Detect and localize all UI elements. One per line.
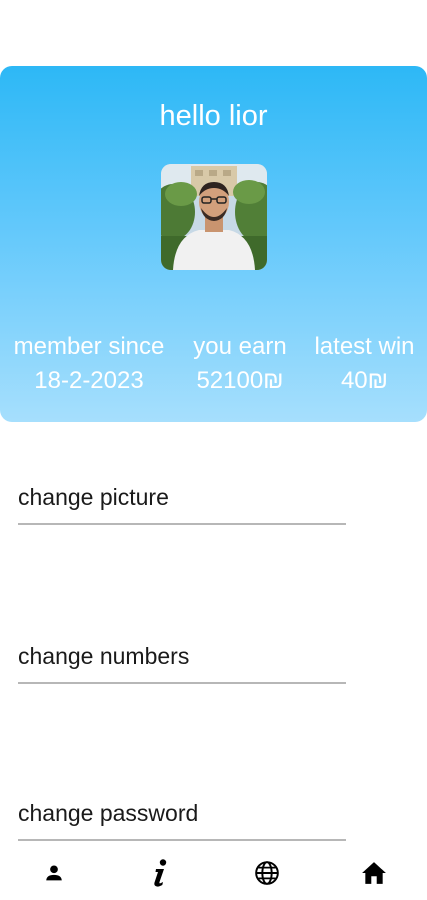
change-numbers-label: change numbers [18, 643, 190, 669]
home-icon [362, 862, 386, 884]
stat-you-earn-value: 52100₪ [196, 367, 284, 394]
change-password-label: change password [18, 800, 199, 826]
nav-globe-button[interactable] [250, 856, 284, 890]
change-password-button[interactable]: change password [18, 799, 346, 841]
change-picture-label: change picture [18, 484, 169, 510]
stat-latest-win-label: latest win [314, 333, 415, 360]
person-icon [46, 865, 62, 881]
change-picture-button[interactable]: change picture [18, 483, 346, 525]
stat-member-since-value: 18-2-2023 [34, 367, 144, 394]
profile-card: hello lior member since 18-2-2023 you ea… [0, 66, 427, 422]
stat-you-earn: you earn 52100₪ [178, 330, 302, 398]
nav-profile-button[interactable] [37, 856, 71, 890]
avatar-photo [161, 164, 267, 270]
nav-info-button[interactable] [143, 856, 177, 890]
info-icon [154, 859, 167, 887]
stat-member-since-label: member since [13, 333, 165, 360]
bottom-nav [0, 843, 427, 900]
stat-latest-win-value: 40₪ [340, 367, 389, 394]
globe-icon [255, 861, 279, 885]
greeting-title: hello lior [159, 100, 268, 132]
stat-member-since: member since 18-2-2023 [0, 330, 178, 398]
stat-latest-win: latest win 40₪ [302, 330, 427, 398]
change-numbers-button[interactable]: change numbers [18, 642, 346, 684]
stat-you-earn-label: you earn [193, 333, 287, 360]
nav-home-button[interactable] [357, 856, 391, 890]
avatar[interactable] [161, 164, 267, 270]
